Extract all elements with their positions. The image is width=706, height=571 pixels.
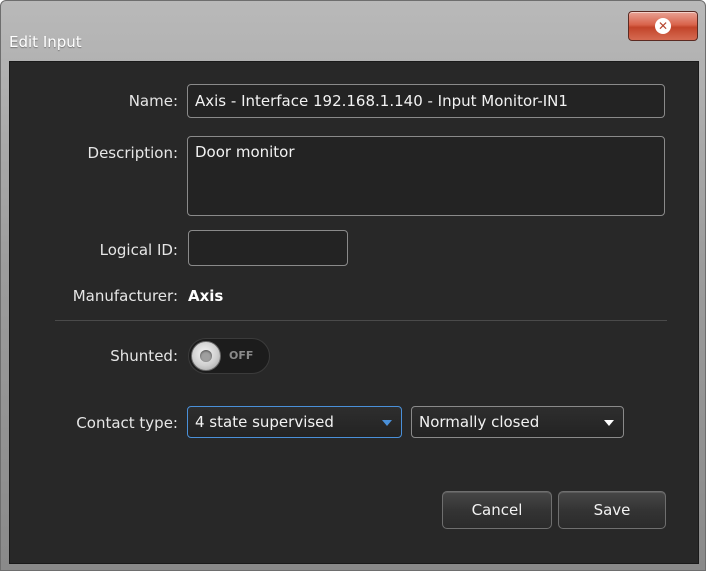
toggle-state-text: OFF	[229, 349, 254, 362]
logical-id-label: Logical ID:	[99, 241, 178, 259]
contact-mode-select[interactable]: Normally closed	[411, 406, 624, 438]
logical-id-field[interactable]	[188, 230, 348, 266]
contact-mode-value: Normally closed	[419, 413, 540, 431]
contact-type-value: 4 state supervised	[195, 413, 334, 431]
contact-type-select[interactable]: 4 state supervised	[187, 406, 402, 438]
chevron-down-icon	[604, 420, 614, 426]
manufacturer-label: Manufacturer:	[72, 287, 178, 305]
section-divider	[55, 320, 667, 321]
description-field[interactable]: Door monitor	[187, 136, 665, 216]
close-button[interactable]: ✕	[628, 11, 698, 41]
name-field[interactable]: Axis - Interface 192.168.1.140 - Input M…	[187, 84, 665, 118]
edit-input-dialog: ✕ Edit Input Name: Axis - Interface 192.…	[0, 0, 706, 571]
name-label: Name:	[128, 92, 178, 110]
toggle-knob	[191, 341, 221, 371]
shunted-toggle[interactable]: OFF	[188, 338, 270, 374]
save-button[interactable]: Save	[558, 491, 666, 529]
chevron-down-icon	[382, 420, 392, 426]
contact-type-label: Contact type:	[76, 414, 178, 432]
close-icon: ✕	[655, 18, 671, 34]
description-label: Description:	[87, 144, 178, 162]
dialog-content: Name: Axis - Interface 192.168.1.140 - I…	[9, 61, 699, 564]
cancel-button[interactable]: Cancel	[442, 491, 552, 529]
manufacturer-value: Axis	[188, 287, 224, 305]
dialog-title: Edit Input	[9, 33, 82, 51]
title-bar[interactable]: ✕	[1, 1, 705, 41]
shunted-label: Shunted:	[110, 347, 178, 365]
